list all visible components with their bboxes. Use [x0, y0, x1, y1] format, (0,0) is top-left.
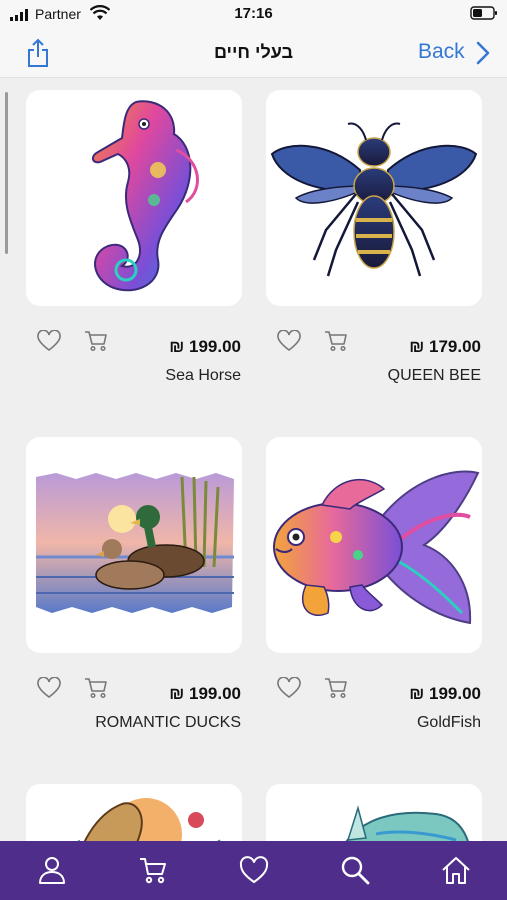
chevron-right-icon[interactable] [476, 41, 490, 65]
profile-icon[interactable] [37, 855, 67, 885]
status-bar: Partner 17:16 [0, 0, 507, 30]
navigation-bar: בעלי חיים Back [0, 30, 507, 78]
product-price: ₪ 199.00 [169, 684, 241, 703]
bottom-tab-bar [0, 841, 507, 900]
heart-icon[interactable] [37, 677, 61, 699]
product-name[interactable]: ROMANTIC DUCKS [41, 714, 241, 732]
product-name[interactable]: GoldFish [281, 714, 481, 732]
product-price: ₪ 199.00 [409, 684, 481, 703]
home-icon[interactable] [441, 855, 471, 885]
product-image-queen-bee[interactable] [266, 90, 482, 306]
product-price: ₪ 179.00 [409, 337, 481, 356]
heart-icon[interactable] [239, 855, 269, 885]
product-price: ₪ 199.00 [169, 337, 241, 356]
product-image-goldfish[interactable] [266, 437, 482, 653]
search-icon[interactable] [340, 855, 370, 885]
heart-icon[interactable] [37, 330, 61, 352]
back-button[interactable]: Back [418, 40, 465, 64]
product-name[interactable]: QUEEN BEE [281, 367, 481, 385]
product-image-romantic-ducks[interactable] [26, 437, 242, 653]
heart-icon[interactable] [277, 330, 301, 352]
cart-icon[interactable] [138, 855, 168, 885]
product-image-sea-horse[interactable] [26, 90, 242, 306]
heart-icon[interactable] [277, 677, 301, 699]
battery-icon [470, 6, 497, 20]
clock-time: 17:16 [234, 5, 273, 22]
product-name[interactable]: Sea Horse [41, 367, 241, 385]
scroll-indicator[interactable] [5, 92, 8, 254]
